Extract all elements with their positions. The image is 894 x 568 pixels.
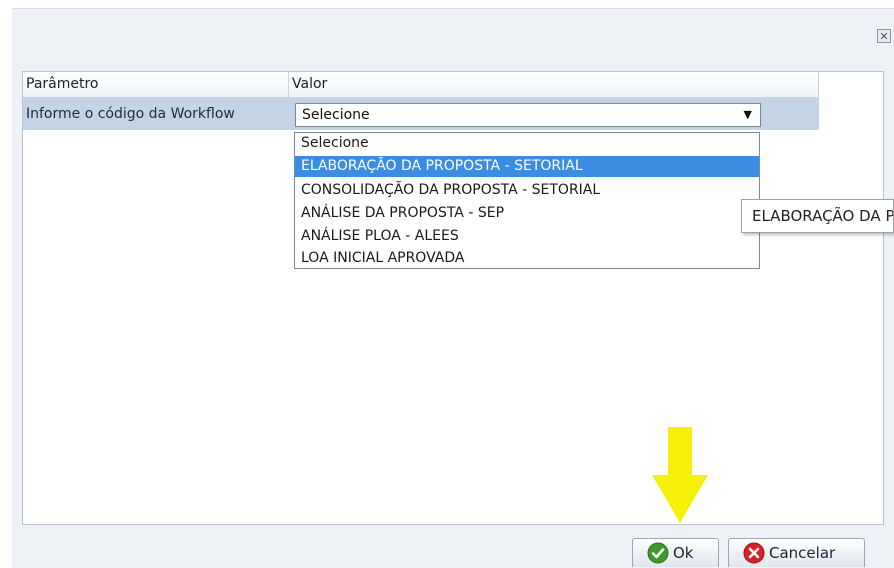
dropdown-option[interactable]: Selecione [295,133,759,154]
cancel-button-label: Cancelar [769,544,836,562]
dropdown-option[interactable]: LOA INICIAL APROVADA [295,248,759,269]
window-top-strip [0,0,894,8]
cancel-button[interactable]: Cancelar [728,538,865,567]
dropdown-option-highlighted[interactable]: ELABORAÇÃO DA PROPOSTA - SETORIAL [295,156,759,177]
close-icon[interactable]: ✕ [877,29,891,43]
dropdown-option[interactable]: ANÁLISE PLOA - ALEES [295,226,759,247]
workflow-select[interactable]: Selecione ▼ [295,103,761,127]
dropdown-option[interactable]: ANÁLISE DA PROPOSTA - SEP [295,203,759,224]
option-tooltip: ELABORAÇÃO DA PROPOSTA - SETORIAL [741,199,894,233]
parameter-label: Informe o código da Workflow [26,106,235,122]
ok-button[interactable]: Ok [632,538,719,567]
workflow-select-value: Selecione [302,107,370,123]
cancel-icon [743,542,765,564]
column-header-parametro[interactable]: Parâmetro [23,72,289,97]
check-icon [647,542,669,564]
workflow-dropdown-list: Selecione ELABORAÇÃO DA PROPOSTA - SETOR… [294,132,760,269]
dropdown-option[interactable]: CONSOLIDAÇÃO DA PROPOSTA - SETORIAL [295,180,759,201]
ok-button-label: Ok [673,544,694,562]
down-arrow-icon [652,427,708,523]
grid-header: Parâmetro Valor [23,72,819,98]
parameter-dialog: ✕ Parâmetro Valor Informe o código da Wo… [12,8,894,568]
table-row[interactable]: Informe o código da Workflow Selecione ▼ [23,98,819,130]
dropdown-arrow-icon[interactable]: ▼ [744,104,752,126]
column-header-valor[interactable]: Valor [289,72,819,97]
